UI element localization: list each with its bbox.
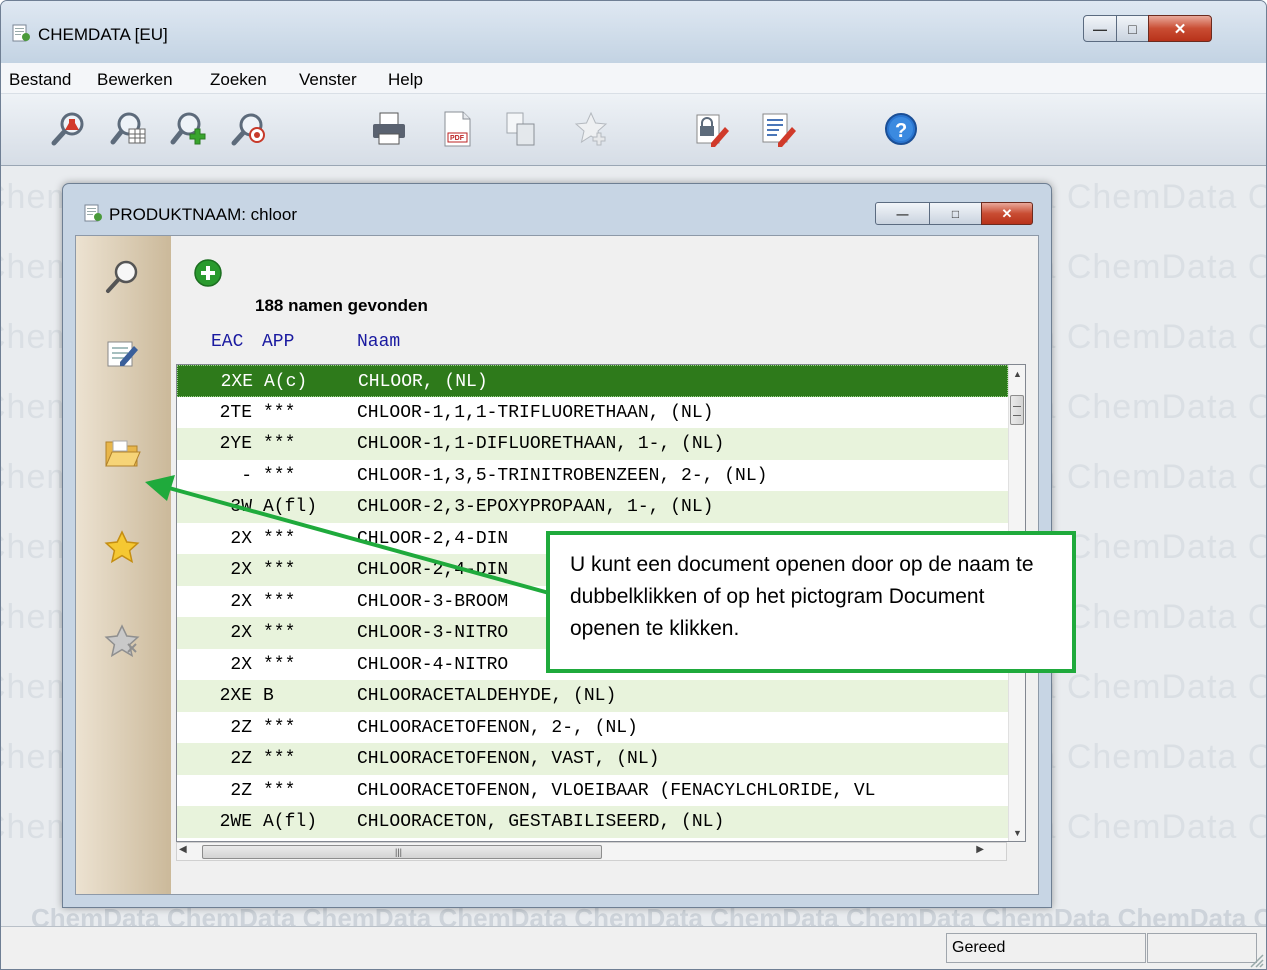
search-chemical-icon[interactable] [49, 109, 89, 149]
maximize-button[interactable]: □ [929, 202, 982, 225]
side-icon-bar [76, 236, 171, 894]
minimize-button[interactable]: — [1083, 15, 1117, 42]
column-header-name: Naam [357, 332, 401, 352]
notes-edit-icon[interactable] [758, 109, 798, 149]
menu-help[interactable]: Help [388, 70, 423, 90]
scroll-up-icon[interactable]: ▲ [1009, 365, 1025, 382]
maximize-icon: □ [1128, 20, 1137, 37]
menu-bewerken[interactable]: Bewerken [97, 70, 173, 90]
security-edit-icon[interactable] [691, 109, 731, 149]
star-gray-icon[interactable] [102, 622, 142, 662]
favorite-add-icon[interactable] [571, 109, 611, 149]
help-icon[interactable]: ? [881, 109, 921, 149]
search-table-icon[interactable] [109, 109, 149, 149]
search-target-icon[interactable] [229, 109, 269, 149]
maximize-button[interactable]: □ [1116, 15, 1149, 42]
app-icon [12, 24, 30, 42]
table-row[interactable]: 2Z *** CHLOORACETOFENON, VAST, (NL) [177, 743, 1008, 775]
table-row[interactable]: 2Z *** CHLOORACETOFENON, 2-, (NL) [177, 712, 1008, 744]
add-icon[interactable] [193, 258, 223, 288]
status-text: Gereed [952, 939, 1006, 956]
menu-venster[interactable]: Venster [299, 70, 357, 90]
close-icon: ✕ [1173, 20, 1187, 38]
status-field-empty [1147, 933, 1257, 963]
callout-box: U kunt een document openen door op de na… [546, 531, 1076, 673]
status-field: Gereed [946, 933, 1146, 963]
svg-text:PDF: PDF [450, 135, 465, 142]
close-button[interactable]: ✕ [1148, 15, 1212, 42]
resize-grip-icon[interactable] [1248, 952, 1264, 968]
results-count: 188 namen gevonden [255, 296, 428, 315]
copy-icon[interactable] [501, 109, 541, 149]
table-row[interactable]: 2YE *** CHLOOR-1,1-DIFLUORETHAAN, 1-, (NL) [177, 428, 1008, 460]
menu-bestand[interactable]: Bestand [9, 70, 71, 90]
title-bar: CHEMDATA [EU] — □ ✕ [1, 1, 1266, 63]
window-title: PRODUKTNAAM: chloor [109, 205, 297, 224]
search-icon[interactable] [102, 258, 142, 298]
table-row[interactable]: 2WE A(fl) CHLOORACETON, GESTABILISEERD, (N… [177, 806, 1008, 838]
horizontal-scrollbar[interactable]: ◀ ||| ▶ [176, 842, 1007, 861]
folder-open-icon[interactable] [102, 432, 142, 472]
svg-text:?: ? [895, 120, 907, 142]
table-row-selected[interactable]: 2XE A(c) CHLOOR, (NL) [177, 365, 1008, 397]
scroll-down-icon[interactable]: ▼ [1009, 824, 1025, 841]
app-window: CHEMDATA [EU] — □ ✕ Bestand Bewerken Zoe… [0, 0, 1267, 970]
minimize-icon: — [1093, 20, 1107, 37]
menu-zoeken[interactable]: Zoeken [210, 70, 267, 90]
close-icon: ✕ [1001, 205, 1013, 221]
table-row[interactable]: 2TE *** CHLOOR-1,1,1-TRIFLUORETHAAN, (NL) [177, 397, 1008, 429]
horizontal-scroll-thumb[interactable]: ||| [202, 845, 602, 859]
window-icon [84, 204, 102, 222]
search-add-icon[interactable] [169, 109, 209, 149]
table-row[interactable]: - *** CHLOOR-1,3,5-TRINITROBENZEEN, 2-, (N… [177, 460, 1008, 492]
column-header-app: APP [262, 332, 295, 352]
menu-bar: Bestand Bewerken Zoeken Venster Help [1, 63, 1266, 94]
minimize-button[interactable]: — [875, 202, 930, 225]
table-row[interactable]: 3W A(fl) CHLOOR-2,3-EPOXYPROPAAN, 1-, (NL) [177, 491, 1008, 523]
pdf-icon[interactable]: PDF [437, 109, 477, 149]
status-bar: Gereed [1, 926, 1266, 969]
minimize-icon: — [896, 206, 909, 221]
scroll-left-icon[interactable]: ◀ [179, 844, 187, 855]
toolbar: PDF ? [1, 94, 1266, 166]
table-row[interactable]: 2Z *** CHLOORACETOFENON, VLOEIBAAR (FENACY… [177, 775, 1008, 807]
column-header-eac: EAC [211, 332, 244, 352]
star-icon[interactable] [102, 528, 142, 568]
maximize-icon: □ [951, 206, 960, 221]
close-button[interactable]: ✕ [981, 202, 1033, 225]
window-title: CHEMDATA [EU] [38, 25, 168, 44]
table-row[interactable]: 2XE B CHLOORACETALDEHYDE, (NL) [177, 680, 1008, 712]
edit-note-icon[interactable] [102, 334, 142, 374]
vertical-scroll-thumb[interactable] [1010, 395, 1024, 425]
print-icon[interactable] [369, 109, 409, 149]
scroll-right-icon[interactable]: ▶ [976, 844, 984, 855]
